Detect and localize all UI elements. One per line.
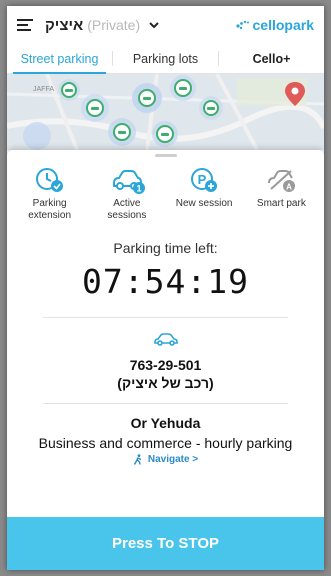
new-session-label: New session [175, 198, 233, 209]
action-row: Parking extension 1 Active sessions P Ne… [7, 157, 324, 222]
parking-extension-label: Parking extension [28, 198, 72, 221]
active-sessions-button[interactable]: 1 Active sessions [94, 165, 160, 222]
smart-park-icon: A [268, 170, 296, 192]
divider [43, 403, 288, 404]
active-sessions-badge: 1 [136, 184, 141, 194]
account-type[interactable]: (Private) [87, 17, 140, 33]
active-sessions-label: Active sessions [107, 198, 147, 221]
cellopark-logo: cellopark [235, 17, 314, 33]
zone-description: Business and commerce - hourly parking [38, 435, 293, 451]
car-icon [153, 333, 178, 346]
zone-city: Or Yehuda [130, 415, 201, 431]
tab-parking-lots[interactable]: Parking lots [113, 44, 218, 73]
map-canvas [7, 74, 324, 150]
car-name: (רכב של איציק) [117, 375, 214, 391]
chevron-down-icon[interactable] [148, 19, 160, 31]
navigate-label: Navigate > [147, 454, 199, 465]
tab-bar: Street parking Parking lots Cello+ [7, 44, 324, 74]
session-panel: Parking extension 1 Active sessions P Ne… [7, 150, 324, 570]
car-count-icon: 1 [112, 170, 145, 194]
smart-park-button[interactable]: A Smart park [248, 165, 314, 222]
stop-parking-button[interactable]: Press To STOP [7, 517, 324, 570]
parking-plus-icon: P [191, 168, 218, 192]
map-view[interactable]: JAFFA [7, 74, 324, 150]
zone-info: Or Yehuda Business and commerce - hourly… [7, 415, 324, 470]
vehicle-info: 763-29-501 (רכב של איציק) [7, 332, 324, 391]
new-session-button[interactable]: P New session [171, 165, 237, 222]
parking-extension-button[interactable]: Parking extension [17, 165, 83, 222]
app-screen: איציק (Private) cellopark Street parking… [7, 6, 324, 570]
clock-check-icon [35, 168, 63, 192]
time-left-label: Parking time left: [113, 240, 218, 256]
username[interactable]: איציק [45, 17, 83, 34]
logo-dots-icon [235, 20, 249, 30]
menu-icon[interactable] [17, 19, 33, 31]
navigate-link[interactable]: Navigate > [133, 454, 198, 465]
logo-text: cellopark [252, 17, 314, 33]
tab-street-parking[interactable]: Street parking [7, 44, 112, 74]
divider [43, 317, 288, 318]
walking-icon [133, 454, 142, 465]
smart-park-label: Smart park [256, 198, 306, 209]
tab-cello-plus[interactable]: Cello+ [219, 44, 324, 73]
license-plate: 763-29-501 [129, 357, 202, 373]
time-left-value: 07:54:19 [82, 262, 249, 301]
map-place-label: JAFFA [33, 86, 55, 93]
svg-text:A: A [286, 183, 292, 192]
top-bar: איציק (Private) cellopark [7, 6, 324, 44]
